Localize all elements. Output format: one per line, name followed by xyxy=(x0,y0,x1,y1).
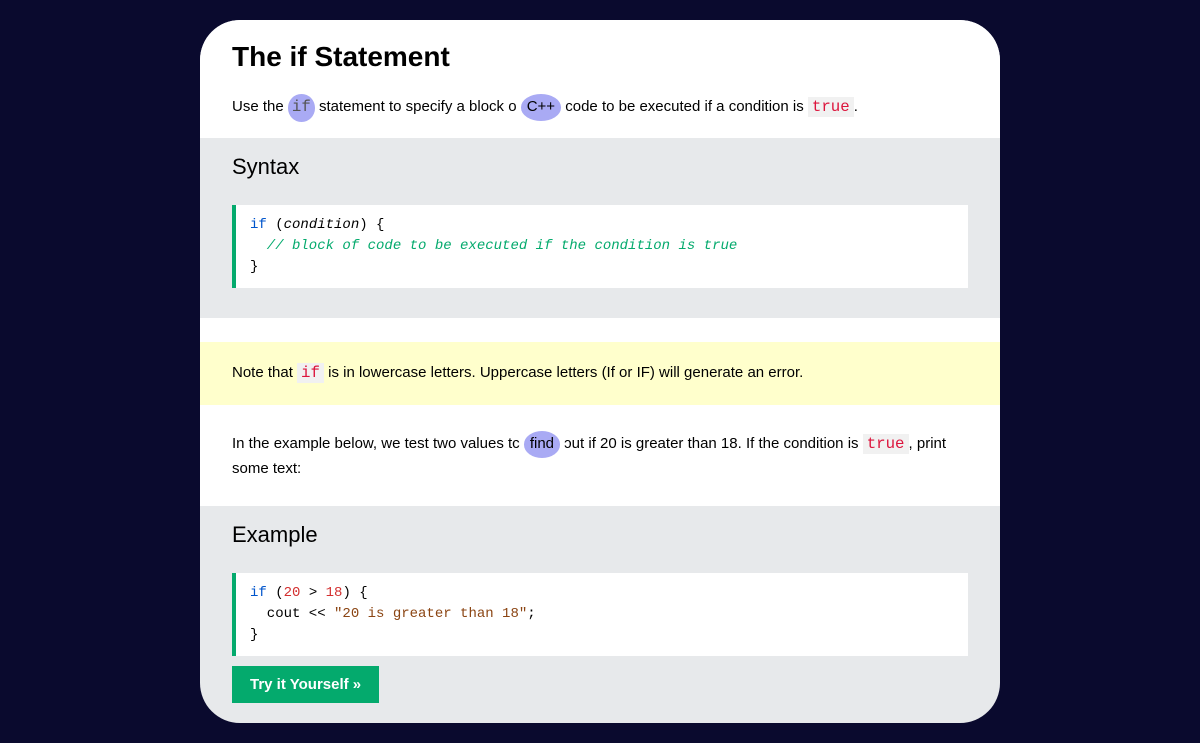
example-intro-text: In the example below, we test two values… xyxy=(232,435,524,452)
code-text: ( xyxy=(267,585,284,601)
code-comment: // block of code to be executed if the c… xyxy=(250,238,737,254)
note-text: Note that xyxy=(232,364,297,381)
header-section: The if Statement Use the if statement to… xyxy=(200,20,1000,138)
syntax-header: Syntax xyxy=(200,138,1000,205)
code-placeholder: condition xyxy=(284,217,360,233)
tutorial-card: The if Statement Use the if statement to… xyxy=(200,20,1000,723)
code-text: ( xyxy=(267,217,284,233)
highlight-circle: find xyxy=(524,431,560,458)
intro-paragraph: Use the if statement to specify a block … xyxy=(232,94,968,122)
code-number: 18 xyxy=(326,585,343,601)
example-intro-paragraph: In the example below, we test two values… xyxy=(232,431,968,480)
example-header: Example xyxy=(200,506,1000,573)
syntax-code-wrap: if (condition) { // block of code to be … xyxy=(200,205,1000,300)
inline-code-if: if xyxy=(297,363,324,383)
page-title: The if Statement xyxy=(232,36,968,78)
code-number: 20 xyxy=(284,585,301,601)
spacer xyxy=(200,300,1000,318)
code-keyword: if xyxy=(250,217,267,233)
code-text: > xyxy=(300,585,325,601)
example-intro-section: In the example below, we test two values… xyxy=(200,405,1000,506)
inline-code-true: true xyxy=(863,434,909,454)
code-keyword: if xyxy=(250,585,267,601)
intro-text: Use the xyxy=(232,98,288,115)
spacer xyxy=(200,318,1000,342)
note-text: is in lowercase letters. Uppercase lette… xyxy=(324,364,803,381)
syntax-code-block: if (condition) { // block of code to be … xyxy=(232,205,968,288)
note-paragraph: Note that if is in lowercase letters. Up… xyxy=(232,362,968,386)
note-section: Note that if is in lowercase letters. Up… xyxy=(200,342,1000,406)
code-text: ) { xyxy=(342,585,367,601)
syntax-heading: Syntax xyxy=(232,150,968,183)
inline-code-if: if xyxy=(292,98,311,116)
intro-text: . xyxy=(854,98,858,115)
example-code-block: if (20 > 18) { cout << "20 is greater th… xyxy=(232,573,968,656)
example-code-wrap: if (20 > 18) { cout << "20 is greater th… xyxy=(200,573,1000,656)
code-text: } xyxy=(250,259,258,275)
try-it-button[interactable]: Try it Yourself » xyxy=(232,666,379,703)
code-string: "20 is greater than 18" xyxy=(334,606,527,622)
intro-text: statement to specify a block o xyxy=(315,98,521,115)
inline-code-true: true xyxy=(808,97,854,117)
highlight-circle: C++ xyxy=(521,94,561,121)
example-intro-text: ɔut if 20 is greater than 18. If the con… xyxy=(560,435,863,452)
code-text: ) { xyxy=(359,217,384,233)
intro-text: code to be executed if a condition is xyxy=(561,98,808,115)
code-text: cout << xyxy=(250,606,334,622)
example-heading: Example xyxy=(232,518,968,551)
code-text: } xyxy=(250,627,258,643)
code-text: ; xyxy=(527,606,535,622)
highlight-circle: if xyxy=(288,94,315,122)
